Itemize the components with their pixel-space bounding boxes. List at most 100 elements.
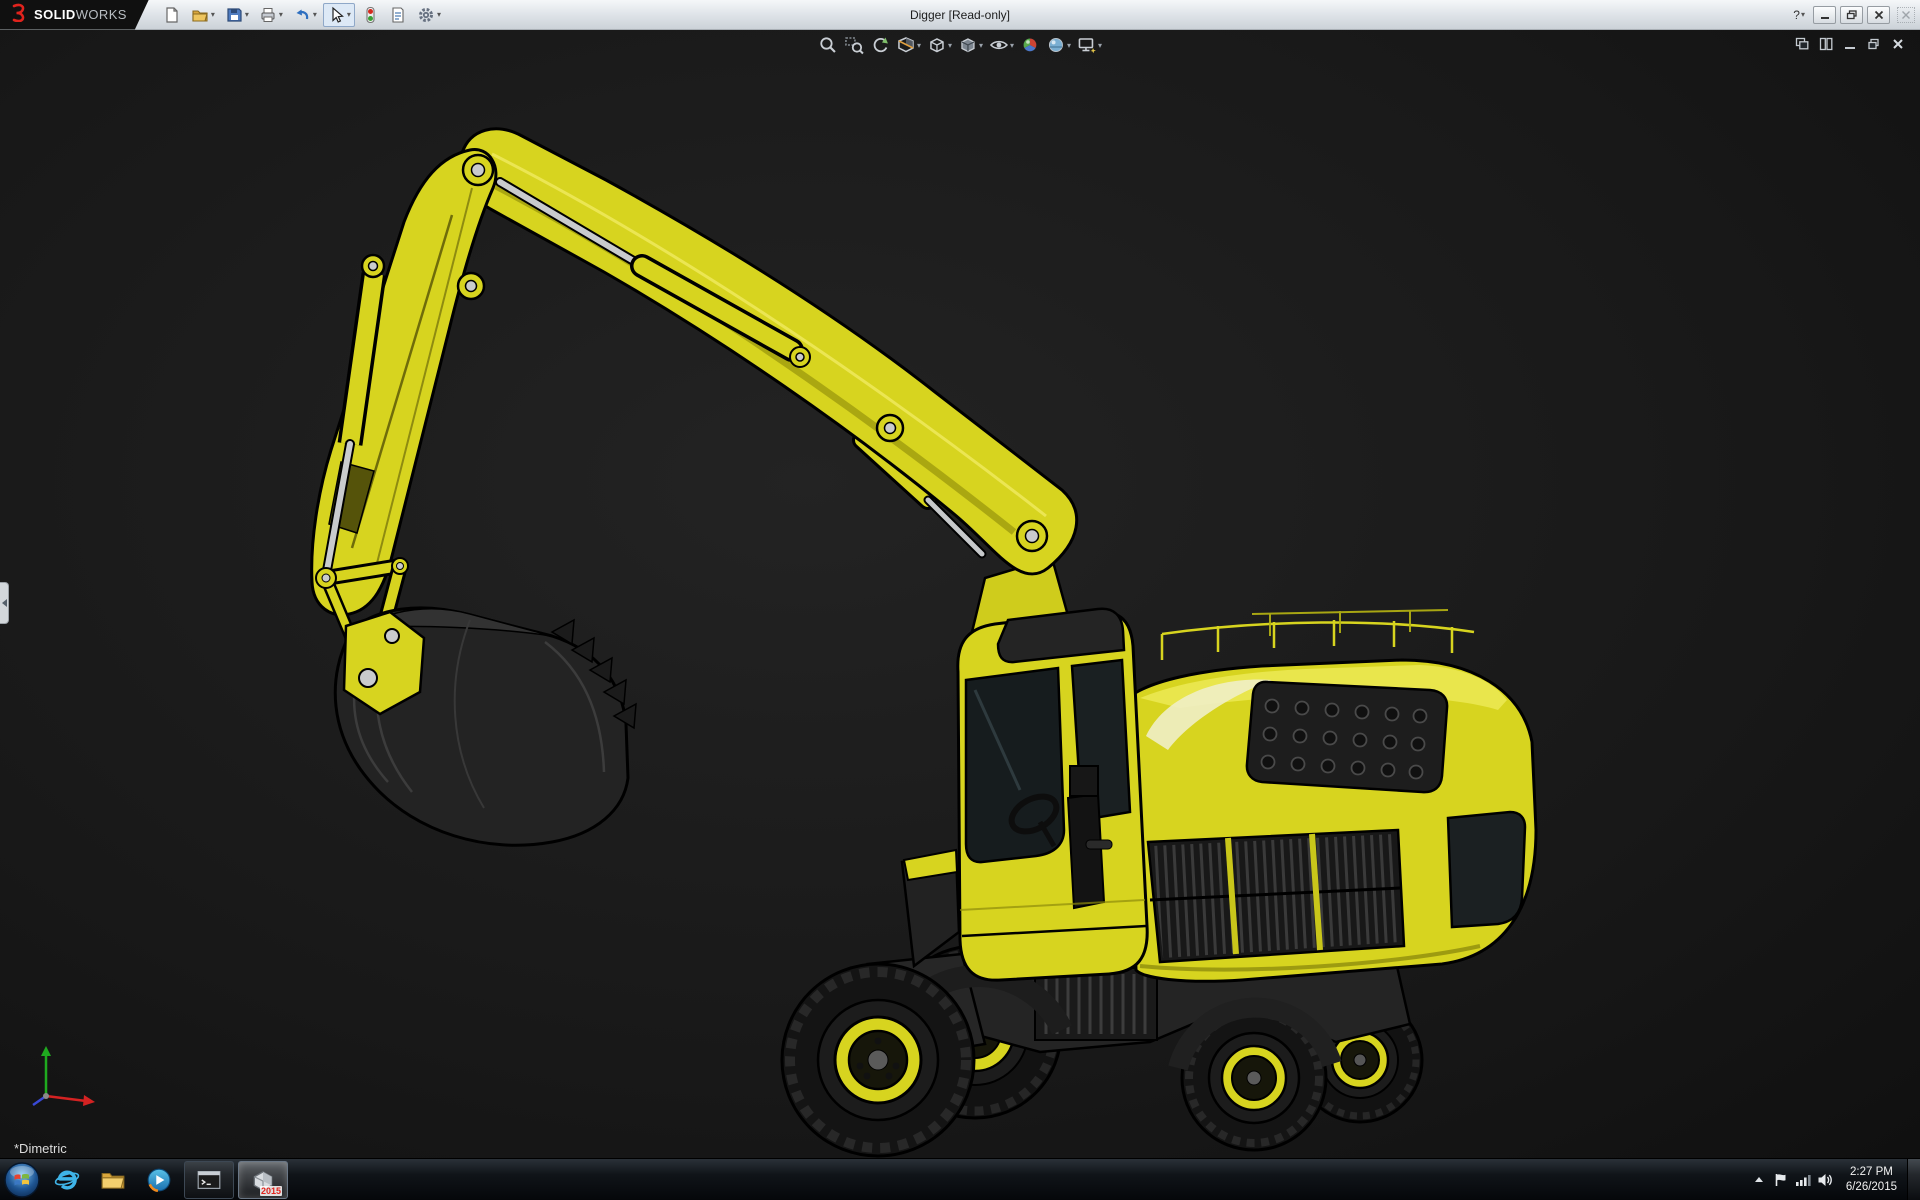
minimize-document-button[interactable] (1843, 37, 1857, 51)
print-button[interactable] (255, 3, 287, 27)
taskbar-clock[interactable]: 2:27 PM 6/26/2015 (1836, 1165, 1907, 1195)
inactive-close-icon (1897, 7, 1915, 23)
tile-windows-icon (1819, 37, 1833, 51)
zoom-to-area-button[interactable] (843, 34, 865, 56)
options-button[interactable] (413, 3, 445, 27)
view-settings-button[interactable] (1076, 34, 1103, 56)
section-view-button[interactable] (895, 34, 922, 56)
zoom-to-fit-button[interactable] (817, 34, 839, 56)
restore-document-button[interactable] (1867, 37, 1881, 51)
collapse-arrow-icon (2, 599, 7, 607)
clock-time: 2:27 PM (1846, 1165, 1897, 1180)
clock-date: 6/26/2015 (1846, 1180, 1897, 1195)
view-orientation-label: *Dimetric (14, 1141, 67, 1156)
edit-appearance-button[interactable] (1019, 34, 1041, 56)
document-window-controls (1795, 37, 1905, 51)
close-button[interactable] (1867, 6, 1890, 24)
undo-icon (293, 6, 311, 24)
display-style-button[interactable] (957, 34, 984, 56)
excavator-model[interactable] (0, 30, 1920, 1158)
undo-button[interactable] (289, 3, 321, 27)
section-view-icon (896, 35, 916, 55)
brand-text: SOLIDWORKS (34, 7, 127, 22)
taskbar-pinned-items: 2015 (44, 1159, 290, 1200)
zoom-to-fit-icon (818, 35, 838, 55)
taskbar-solidworks-button[interactable]: 2015 (238, 1161, 288, 1199)
new-document-button[interactable] (159, 3, 185, 27)
chevron-up-icon (1755, 1177, 1763, 1182)
start-button[interactable] (0, 1159, 44, 1200)
previous-view-button[interactable] (869, 34, 891, 56)
select-button[interactable] (323, 3, 355, 27)
select-icon (327, 6, 345, 24)
panel-collapse-tab[interactable] (0, 582, 9, 624)
seat (1068, 794, 1104, 908)
solidworks-logo: SOLIDWORKS (0, 0, 149, 30)
print-icon (259, 6, 277, 24)
excavator-boom[interactable] (312, 129, 1077, 682)
hide-show-items-button[interactable] (988, 34, 1015, 56)
display-style-icon (958, 35, 978, 55)
cascade-windows-button[interactable] (1795, 37, 1809, 51)
taskbar: 2015 2:27 PM 6/26/2015 (0, 1158, 1920, 1200)
window-title: Digger [Read-only] (910, 8, 1010, 22)
zoom-to-area-icon (844, 35, 864, 55)
tile-windows-button[interactable] (1819, 37, 1833, 51)
save-icon (225, 6, 243, 24)
file-properties-button[interactable] (385, 3, 411, 27)
solidworks-version-badge: 2015 (260, 1186, 282, 1196)
tray-expand-button[interactable] (1748, 1160, 1770, 1200)
close-document-button[interactable] (1891, 37, 1905, 51)
file-properties-icon (389, 6, 407, 24)
orientation-triad (24, 1038, 104, 1108)
dassault-3ds-icon (10, 2, 28, 27)
help-button[interactable]: ? (1789, 7, 1809, 23)
new-document-icon (163, 6, 181, 24)
action-center-icon[interactable] (1770, 1160, 1792, 1200)
show-desktop-button[interactable] (1907, 1159, 1920, 1200)
maximize-button[interactable] (1840, 6, 1863, 24)
previous-view-icon (870, 35, 890, 55)
close-document-icon (1891, 37, 1905, 51)
restore-document-icon (1867, 37, 1881, 51)
minimize-document-icon (1843, 37, 1857, 51)
excavator-body[interactable] (1128, 610, 1536, 981)
options-icon (417, 6, 435, 24)
rebuild-button[interactable] (357, 3, 383, 27)
open-button[interactable] (187, 3, 219, 27)
view-settings-icon (1077, 35, 1097, 55)
windows-start-icon (3, 1161, 41, 1199)
apply-scene-button[interactable] (1045, 34, 1072, 56)
folder-icon (100, 1167, 126, 1193)
hide-show-items-icon (989, 35, 1009, 55)
taskbar-internet-explorer-button[interactable] (44, 1160, 90, 1200)
network-icon[interactable] (1792, 1160, 1814, 1200)
save-button[interactable] (221, 3, 253, 27)
taskbar-console-app-button[interactable] (184, 1161, 234, 1199)
minimize-icon (1819, 9, 1831, 21)
edit-appearance-icon (1020, 35, 1040, 55)
media-player-icon (146, 1167, 172, 1193)
minimize-button[interactable] (1813, 6, 1836, 24)
windshield (966, 668, 1064, 862)
taskbar-file-explorer-button[interactable] (90, 1160, 136, 1200)
taskbar-media-player-button[interactable] (136, 1160, 182, 1200)
internet-explorer-icon (54, 1167, 80, 1193)
console-window-icon (197, 1169, 221, 1191)
view-orientation-icon (927, 35, 947, 55)
system-tray: 2:27 PM 6/26/2015 (1748, 1159, 1920, 1200)
volume-icon[interactable] (1814, 1160, 1836, 1200)
excavator-bucket[interactable] (335, 608, 636, 845)
excavator-cab[interactable] (902, 609, 1147, 980)
view-orientation-button[interactable] (926, 34, 953, 56)
handrail (1162, 620, 1474, 660)
heads-up-view-toolbar (817, 34, 1103, 56)
cascade-windows-icon (1795, 37, 1809, 51)
graphics-area[interactable]: *Dimetric (0, 30, 1920, 1158)
title-bar: SOLIDWORKS (0, 0, 1920, 30)
restore-icon (1846, 9, 1858, 21)
window-controls: ? (1789, 6, 1920, 24)
rebuild-icon (361, 6, 379, 24)
rear-panel-window (1448, 812, 1525, 927)
apply-scene-icon (1046, 35, 1066, 55)
